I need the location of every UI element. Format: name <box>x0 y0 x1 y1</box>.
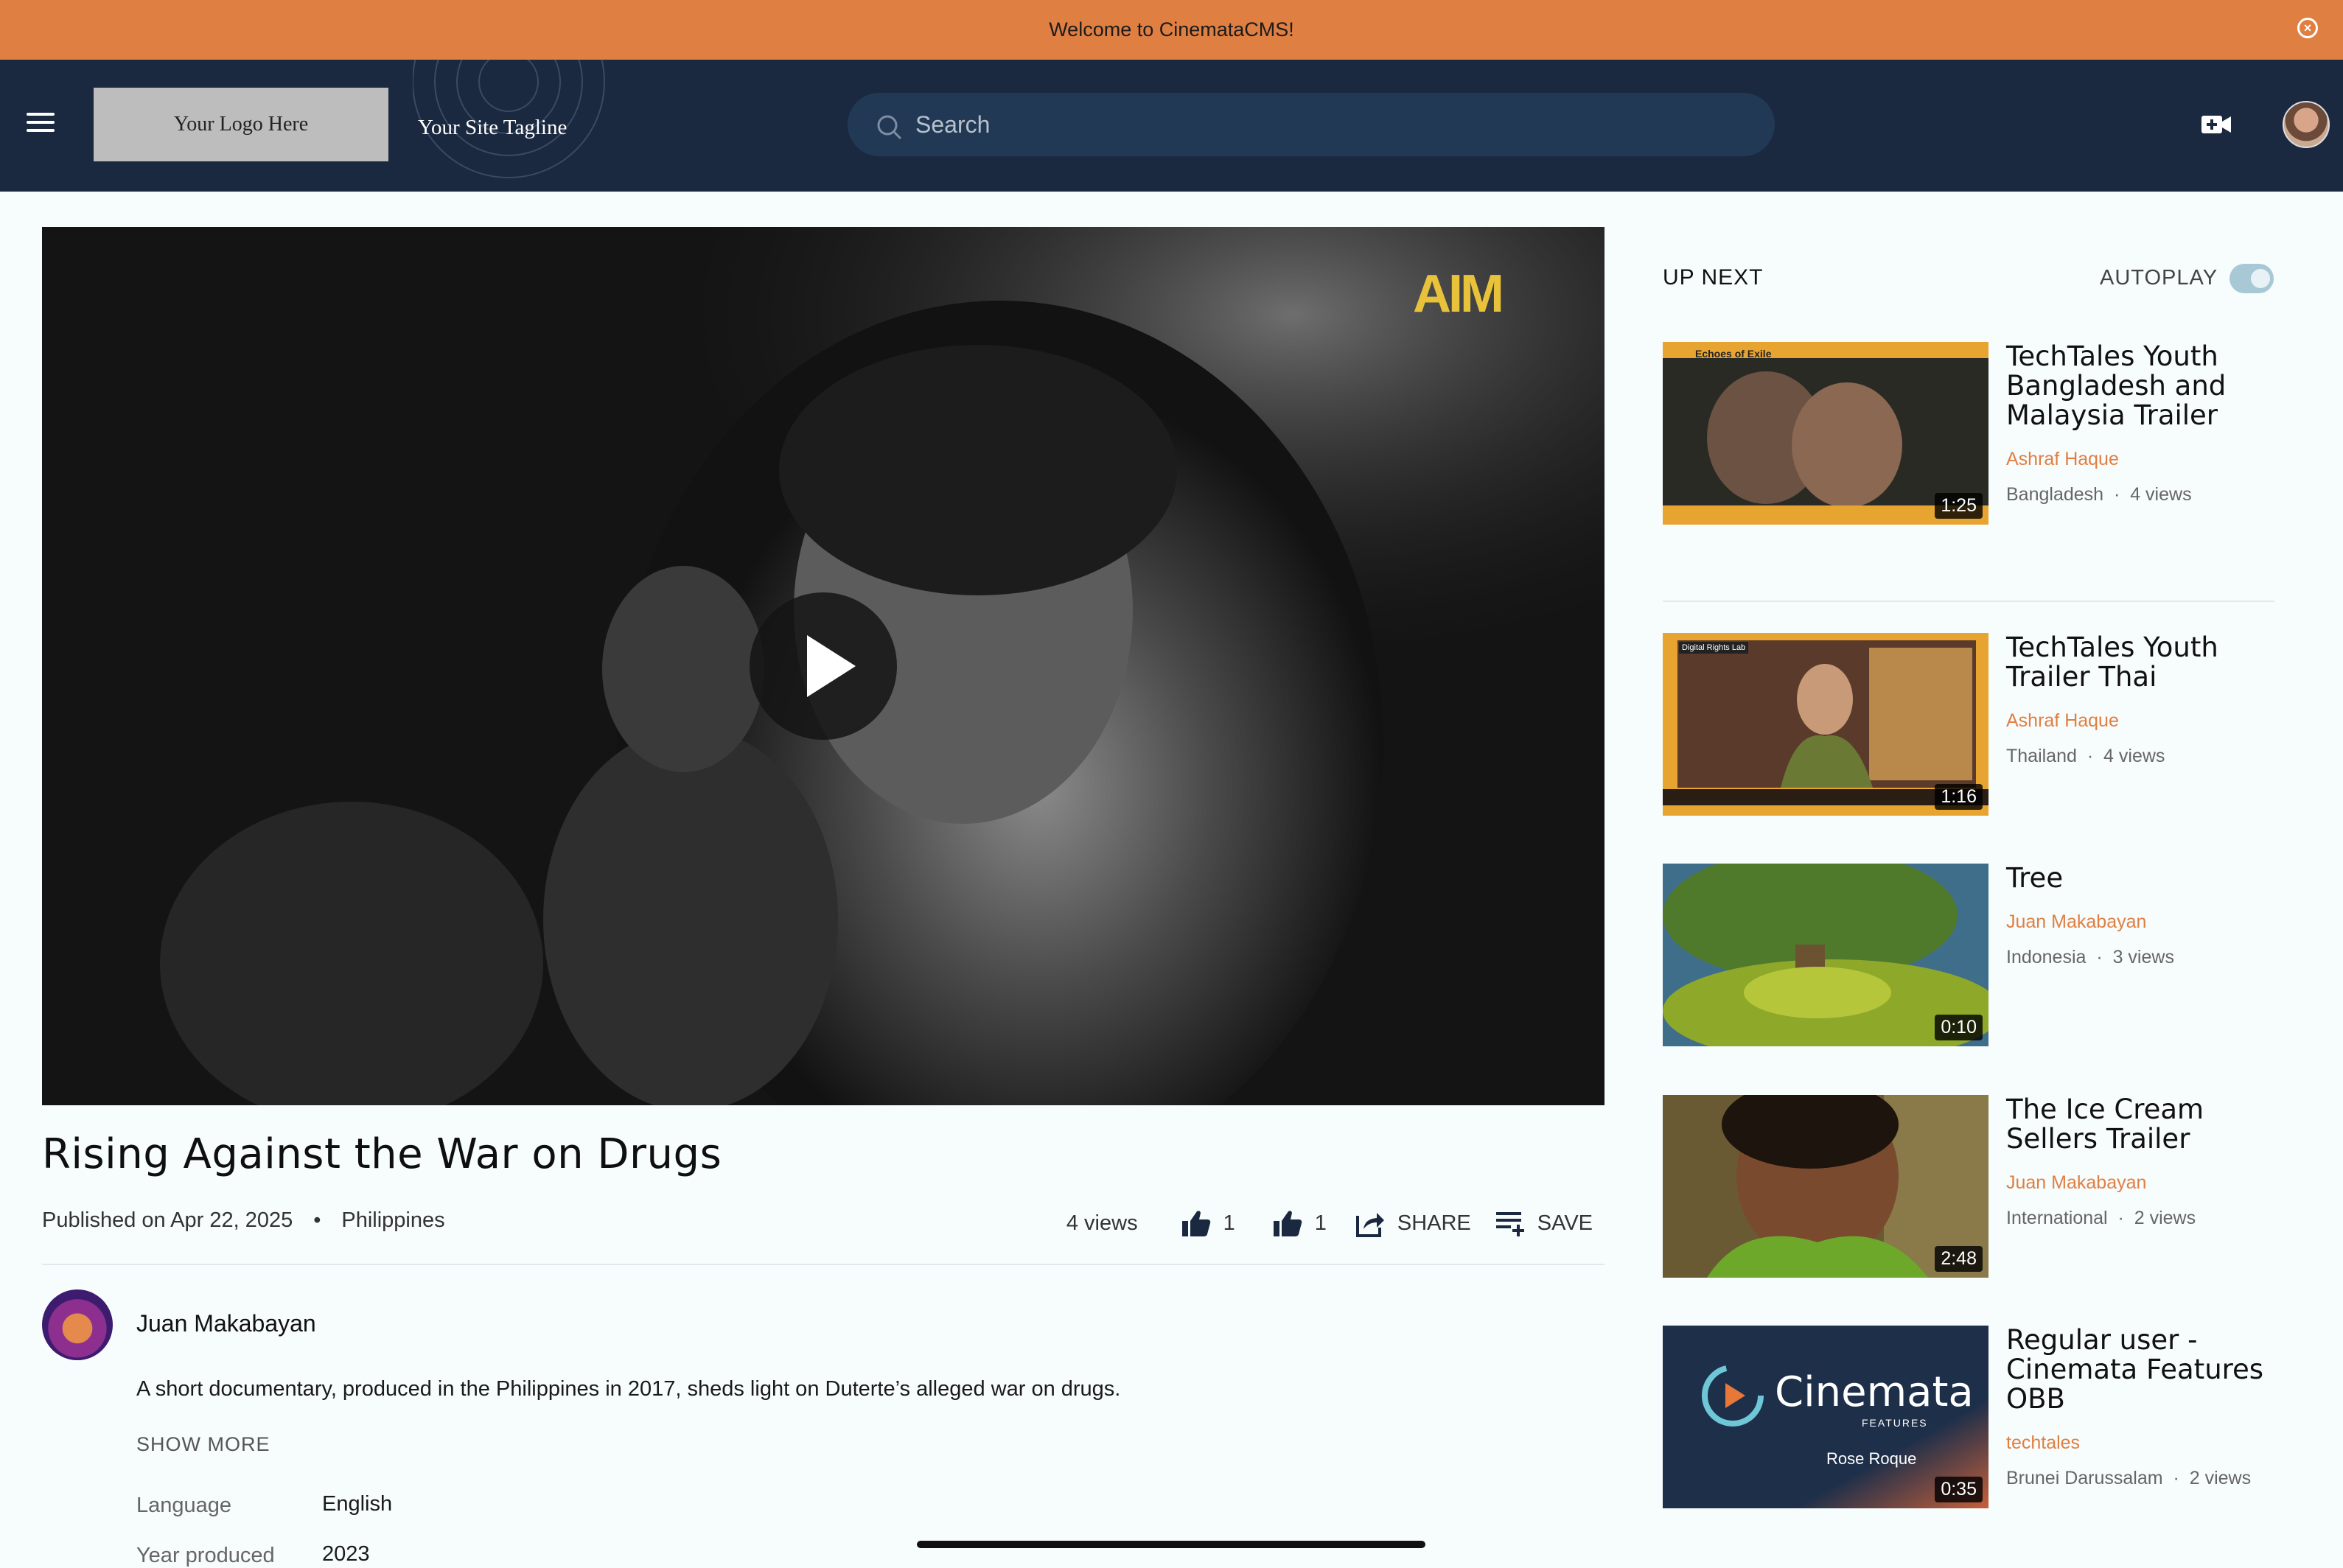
info-label-language: Language <box>136 1494 232 1517</box>
like-count: 1 <box>1223 1211 1235 1235</box>
share-icon <box>1355 1213 1384 1237</box>
divider <box>42 1264 1605 1265</box>
item-author[interactable]: Ashraf Haque <box>2006 449 2119 470</box>
thumbnail-brand: Cinemata <box>1775 1368 1974 1416</box>
view-count: 4 views <box>1066 1211 1138 1235</box>
search-icon <box>877 115 901 139</box>
thumbs-up-icon <box>1273 1211 1302 1236</box>
up-next-item[interactable]: Digital Rights Lab 1:16 TechTales Youth … <box>1663 633 2274 817</box>
publish-date: Published on Apr 22, 2025 <box>42 1208 293 1232</box>
play-button[interactable] <box>750 592 897 740</box>
home-indicator <box>917 1541 1425 1548</box>
author-avatar[interactable] <box>42 1289 113 1360</box>
video-player[interactable]: AIM <box>42 227 1605 1105</box>
hamburger-menu-icon[interactable] <box>27 113 55 135</box>
item-author[interactable]: Ashraf Haque <box>2006 710 2119 732</box>
up-next-item[interactable]: Cinemata FEATURES Rose Roque 0:35 Regula… <box>1663 1326 2274 1510</box>
item-meta: Brunei Darussalam · 2 views <box>2006 1468 2252 1488</box>
info-value-year: 2023 <box>322 1542 370 1566</box>
save-label: SAVE <box>1537 1211 1593 1235</box>
duration-badge: 0:35 <box>1935 1477 1983 1502</box>
item-meta: Indonesia · 3 views <box>2006 947 2174 967</box>
like-button[interactable]: 1 <box>1181 1208 1235 1238</box>
playlist-add-icon <box>1495 1212 1524 1236</box>
video-title: Rising Against the War on Drugs <box>42 1130 722 1178</box>
item-title[interactable]: Tree <box>2006 864 2279 893</box>
share-button[interactable]: SHARE <box>1355 1208 1471 1238</box>
item-title[interactable]: TechTales Youth Bangladesh and Malaysia … <box>2006 342 2279 430</box>
duration-badge: 1:25 <box>1935 493 1983 519</box>
thumbnail-caption: Digital Rights Lab <box>1679 642 1749 654</box>
duration-badge: 1:16 <box>1935 784 1983 810</box>
up-next-item[interactable]: Echoes of Exile 1:25 TechTales Youth Ban… <box>1663 342 2274 526</box>
divider <box>1663 601 2274 602</box>
site-tagline: Your Site Tagline <box>418 116 568 139</box>
info-value-language[interactable]: English <box>322 1492 392 1516</box>
video-thumbnail[interactable]: Echoes of Exile 1:25 <box>1663 342 1988 525</box>
welcome-banner: Welcome to CinemataCMS! × <box>0 0 2343 60</box>
author-name[interactable]: Juan Makabayan <box>136 1310 316 1337</box>
dislike-button[interactable]: 1 <box>1272 1208 1327 1238</box>
item-meta: International · 2 views <box>2006 1208 2196 1228</box>
info-label-year: Year produced <box>136 1544 275 1567</box>
thumbnail-name: Rose Roque <box>1826 1449 1917 1468</box>
duration-badge: 0:10 <box>1935 1015 1983 1040</box>
item-title[interactable]: Regular user - Cinemata Features OBB <box>2006 1326 2279 1414</box>
user-avatar[interactable] <box>2283 101 2330 148</box>
video-meta-row: Published on Apr 22, 2025 • Philippines … <box>42 1208 1605 1238</box>
up-next-heading: UP NEXT <box>1663 265 1764 290</box>
video-thumbnail[interactable]: 2:48 <box>1663 1095 1988 1278</box>
item-title[interactable]: TechTales Youth Trailer Thai <box>2006 633 2279 692</box>
search-input[interactable] <box>915 93 1726 156</box>
thumbnail-caption: Echoes of Exile <box>1695 348 1772 360</box>
close-icon[interactable]: × <box>2297 18 2318 38</box>
banner-text: Welcome to CinemataCMS! <box>1049 18 1294 41</box>
search-bar[interactable] <box>848 93 1775 156</box>
video-plus-icon[interactable] <box>2201 113 2232 136</box>
video-thumbnail[interactable]: Cinemata FEATURES Rose Roque 0:35 <box>1663 1326 1988 1508</box>
video-country[interactable]: Philippines <box>341 1208 444 1233</box>
duration-badge: 2:48 <box>1935 1246 1983 1272</box>
up-next-item[interactable]: 2:48 The Ice Cream Sellers Trailer Juan … <box>1663 1095 2274 1279</box>
autoplay-toggle[interactable] <box>2229 264 2274 293</box>
up-next-item[interactable]: 0:10 Tree Juan Makabayan Indonesia · 3 v… <box>1663 864 2274 1048</box>
item-meta: Thailand · 4 views <box>2006 746 2165 766</box>
video-thumbnail[interactable]: 0:10 <box>1663 864 1988 1046</box>
meta-separator: • <box>313 1208 321 1232</box>
site-header: Your Logo Here Your Site Tagline <box>0 60 2343 192</box>
site-logo[interactable]: Your Logo Here <box>94 88 388 161</box>
autoplay-label: AUTOPLAY <box>2100 266 2218 290</box>
dislike-count: 1 <box>1314 1211 1327 1235</box>
item-author[interactable]: Juan Makabayan <box>2006 911 2146 933</box>
item-title[interactable]: The Ice Cream Sellers Trailer <box>2006 1095 2279 1154</box>
share-label: SHARE <box>1397 1211 1471 1235</box>
video-description: A short documentary, produced in the Phi… <box>136 1377 1121 1401</box>
video-thumbnail[interactable]: Digital Rights Lab 1:16 <box>1663 633 1988 816</box>
item-author[interactable]: techtales <box>2006 1432 2080 1454</box>
item-meta: Bangladesh · 4 views <box>2006 484 2192 505</box>
thumbnail-subtitle: FEATURES <box>1862 1417 1928 1429</box>
thumbs-up-icon <box>1181 1211 1210 1236</box>
video-watermark: AIM <box>1413 265 1504 323</box>
show-more-button[interactable]: SHOW MORE <box>136 1433 270 1456</box>
save-button[interactable]: SAVE <box>1495 1208 1593 1238</box>
item-author[interactable]: Juan Makabayan <box>2006 1172 2146 1194</box>
